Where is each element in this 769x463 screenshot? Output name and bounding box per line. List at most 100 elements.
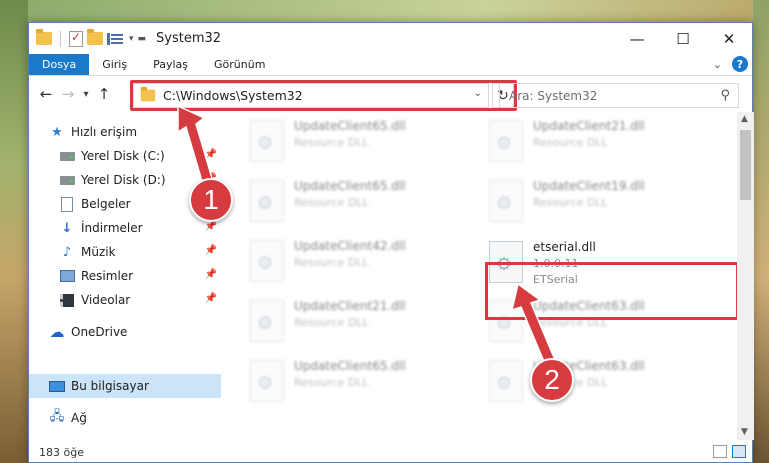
pin-icon[interactable]: 📌 [205, 149, 217, 160]
explorer-window: ▾ ▬ System32 — ☐ ✕ Dosya Giriş Paylaş Gö… [28, 22, 754, 463]
tab-view[interactable]: Görünüm [201, 54, 278, 75]
file-type: Resource DLL [294, 316, 369, 329]
file-name: UpdateClient65.dll [294, 119, 406, 133]
file-type: Resource DLL [294, 256, 369, 269]
pin-icon[interactable]: 📌 [205, 293, 217, 304]
file-type: Resource DLL [533, 136, 608, 149]
pin-icon[interactable]: 📌 [205, 245, 217, 256]
sidebar-item-network[interactable]: 🖧 Ağ [29, 406, 221, 430]
address-highlight-box [130, 80, 517, 111]
sidebar-item-downloads[interactable]: ↓ İndirmeler 📌 [29, 216, 221, 240]
pin-icon[interactable]: 📌 [205, 269, 217, 280]
file-item[interactable]: UpdateClient21.dll Resource DLL [250, 296, 480, 346]
file-item[interactable]: UpdateClient42.dll Resource DLL [250, 236, 480, 286]
ribbon-tabs: Dosya Giriş Paylaş Görünüm ⌄ ? [29, 54, 752, 76]
computer-icon [49, 378, 65, 394]
up-arrow-icon[interactable]: ↑ [93, 85, 115, 103]
item-count: 183 öğe [39, 445, 84, 459]
download-icon: ↓ [61, 220, 73, 236]
sidebar-item-label: Videolar [81, 293, 131, 307]
scrollbar-thumb[interactable] [740, 130, 751, 200]
folder-icon[interactable] [36, 29, 52, 45]
search-icon[interactable]: ⚲ [720, 88, 730, 103]
file-name: UpdateClient65.dll [294, 179, 406, 193]
file-name: UpdateClient21.dll [294, 299, 406, 313]
sidebar-item-pictures[interactable]: Resimler 📌 [29, 264, 221, 288]
vertical-scrollbar[interactable]: ▲ ▼ [737, 112, 754, 440]
search-input[interactable]: Ara: System32 ⚲ [499, 83, 739, 108]
forward-arrow-icon[interactable]: → [57, 85, 79, 103]
back-arrow-icon[interactable]: ← [35, 85, 57, 103]
view-toggle [713, 445, 746, 458]
new-folder-icon[interactable] [87, 29, 103, 45]
minimize-button[interactable]: — [614, 23, 660, 54]
window-title: System32 [156, 31, 222, 46]
file-item[interactable]: UpdateClient19.dll Resource DLL [489, 176, 719, 226]
sidebar-item-label: Belgeler [81, 197, 131, 211]
sidebar-item-label: İndirmeler [81, 221, 143, 235]
documents-icon [59, 196, 75, 212]
details-view-icon[interactable] [713, 445, 727, 458]
network-icon: 🖧 [49, 409, 65, 424]
videos-icon [59, 292, 75, 308]
file-item[interactable]: UpdateClient65.dll Resource DLL [250, 356, 480, 406]
file-name: etserial.dll [533, 240, 596, 254]
sidebar-item-videos[interactable]: Videolar 📌 [29, 288, 221, 312]
sidebar-item-quick-access[interactable]: ★ Hızlı erişim [29, 120, 221, 144]
file-item[interactable]: UpdateClient65.dll Resource DLL [250, 176, 480, 226]
dll-file-icon [250, 240, 284, 282]
recent-locations-icon[interactable]: ▾ [79, 89, 93, 100]
chevron-down-icon[interactable]: ▾ [129, 34, 134, 44]
step-badge-2: 2 [530, 358, 574, 402]
sidebar-item-this-pc[interactable]: Bu bilgisayar [29, 374, 221, 398]
tab-home[interactable]: Giriş [89, 54, 140, 75]
properties-check-icon[interactable] [69, 30, 83, 47]
file-type: Resource DLL [294, 376, 369, 389]
sidebar-item-label: OneDrive [71, 325, 128, 339]
maximize-button[interactable]: ☐ [660, 23, 706, 54]
file-item[interactable]: UpdateClient65.dll Resource DLL [250, 116, 480, 166]
sidebar-item-onedrive[interactable]: ☁ OneDrive [29, 320, 221, 344]
expand-ribbon-icon[interactable]: ⌄ [713, 58, 722, 71]
view-options-icon[interactable] [107, 32, 125, 46]
pictures-icon [59, 268, 75, 284]
file-type: Resource DLL [294, 136, 369, 149]
drive-icon [59, 148, 75, 164]
help-icon[interactable]: ? [732, 56, 748, 72]
navigation-bar: ← → ▾ ↑ C:\Windows\System32 ⌄ ↻ Ara: Sys… [29, 76, 752, 112]
scroll-down-icon[interactable]: ▼ [741, 427, 748, 437]
dll-file-icon [489, 360, 523, 402]
file-item[interactable]: UpdateClient21.dll Resource DLL [489, 116, 719, 166]
drive-icon [59, 172, 75, 188]
quick-access-toolbar: ▾ ▬ [36, 29, 147, 47]
window-controls: — ☐ ✕ [614, 23, 752, 54]
file-name: UpdateClient19.dll [533, 179, 645, 193]
customize-toolbar-icon[interactable]: ▬ [138, 34, 147, 44]
tab-share[interactable]: Paylaş [140, 54, 201, 75]
dll-file-icon [250, 360, 284, 402]
file-name: UpdateClient42.dll [294, 239, 406, 253]
file-type: Resource DLL [294, 196, 369, 209]
tab-file[interactable]: Dosya [29, 54, 90, 75]
navigation-pane: ★ Hızlı erişim Yerel Disk (C:) 📌 Yerel D… [29, 116, 221, 438]
file-type: Resource DLL [533, 196, 608, 209]
sidebar-item-label: Yerel Disk (D:) [81, 173, 166, 187]
close-button[interactable]: ✕ [706, 23, 752, 54]
etserial-highlight-box [485, 262, 739, 320]
search-placeholder: Ara: System32 [509, 88, 598, 103]
sidebar-item-local-disk-c[interactable]: Yerel Disk (C:) 📌 [29, 144, 221, 168]
sidebar-item-music[interactable]: ♪ Müzik 📌 [29, 240, 221, 264]
scroll-up-icon[interactable]: ▲ [741, 114, 748, 124]
music-icon: ♪ [62, 244, 72, 260]
file-item[interactable]: UpdateClient63.dll Resource DLL [489, 356, 719, 406]
file-name: UpdateClient65.dll [294, 359, 406, 373]
large-icons-view-icon[interactable] [732, 445, 746, 458]
dll-file-icon [250, 300, 284, 342]
sidebar-item-label: Hızlı erişim [71, 125, 138, 139]
dll-file-icon [489, 180, 523, 222]
pin-icon[interactable]: 📌 [205, 221, 217, 232]
sidebar-item-label: Ağ [71, 411, 87, 425]
dll-file-icon [250, 180, 284, 222]
star-icon: ★ [51, 124, 63, 140]
desktop-background-left [0, 0, 28, 463]
